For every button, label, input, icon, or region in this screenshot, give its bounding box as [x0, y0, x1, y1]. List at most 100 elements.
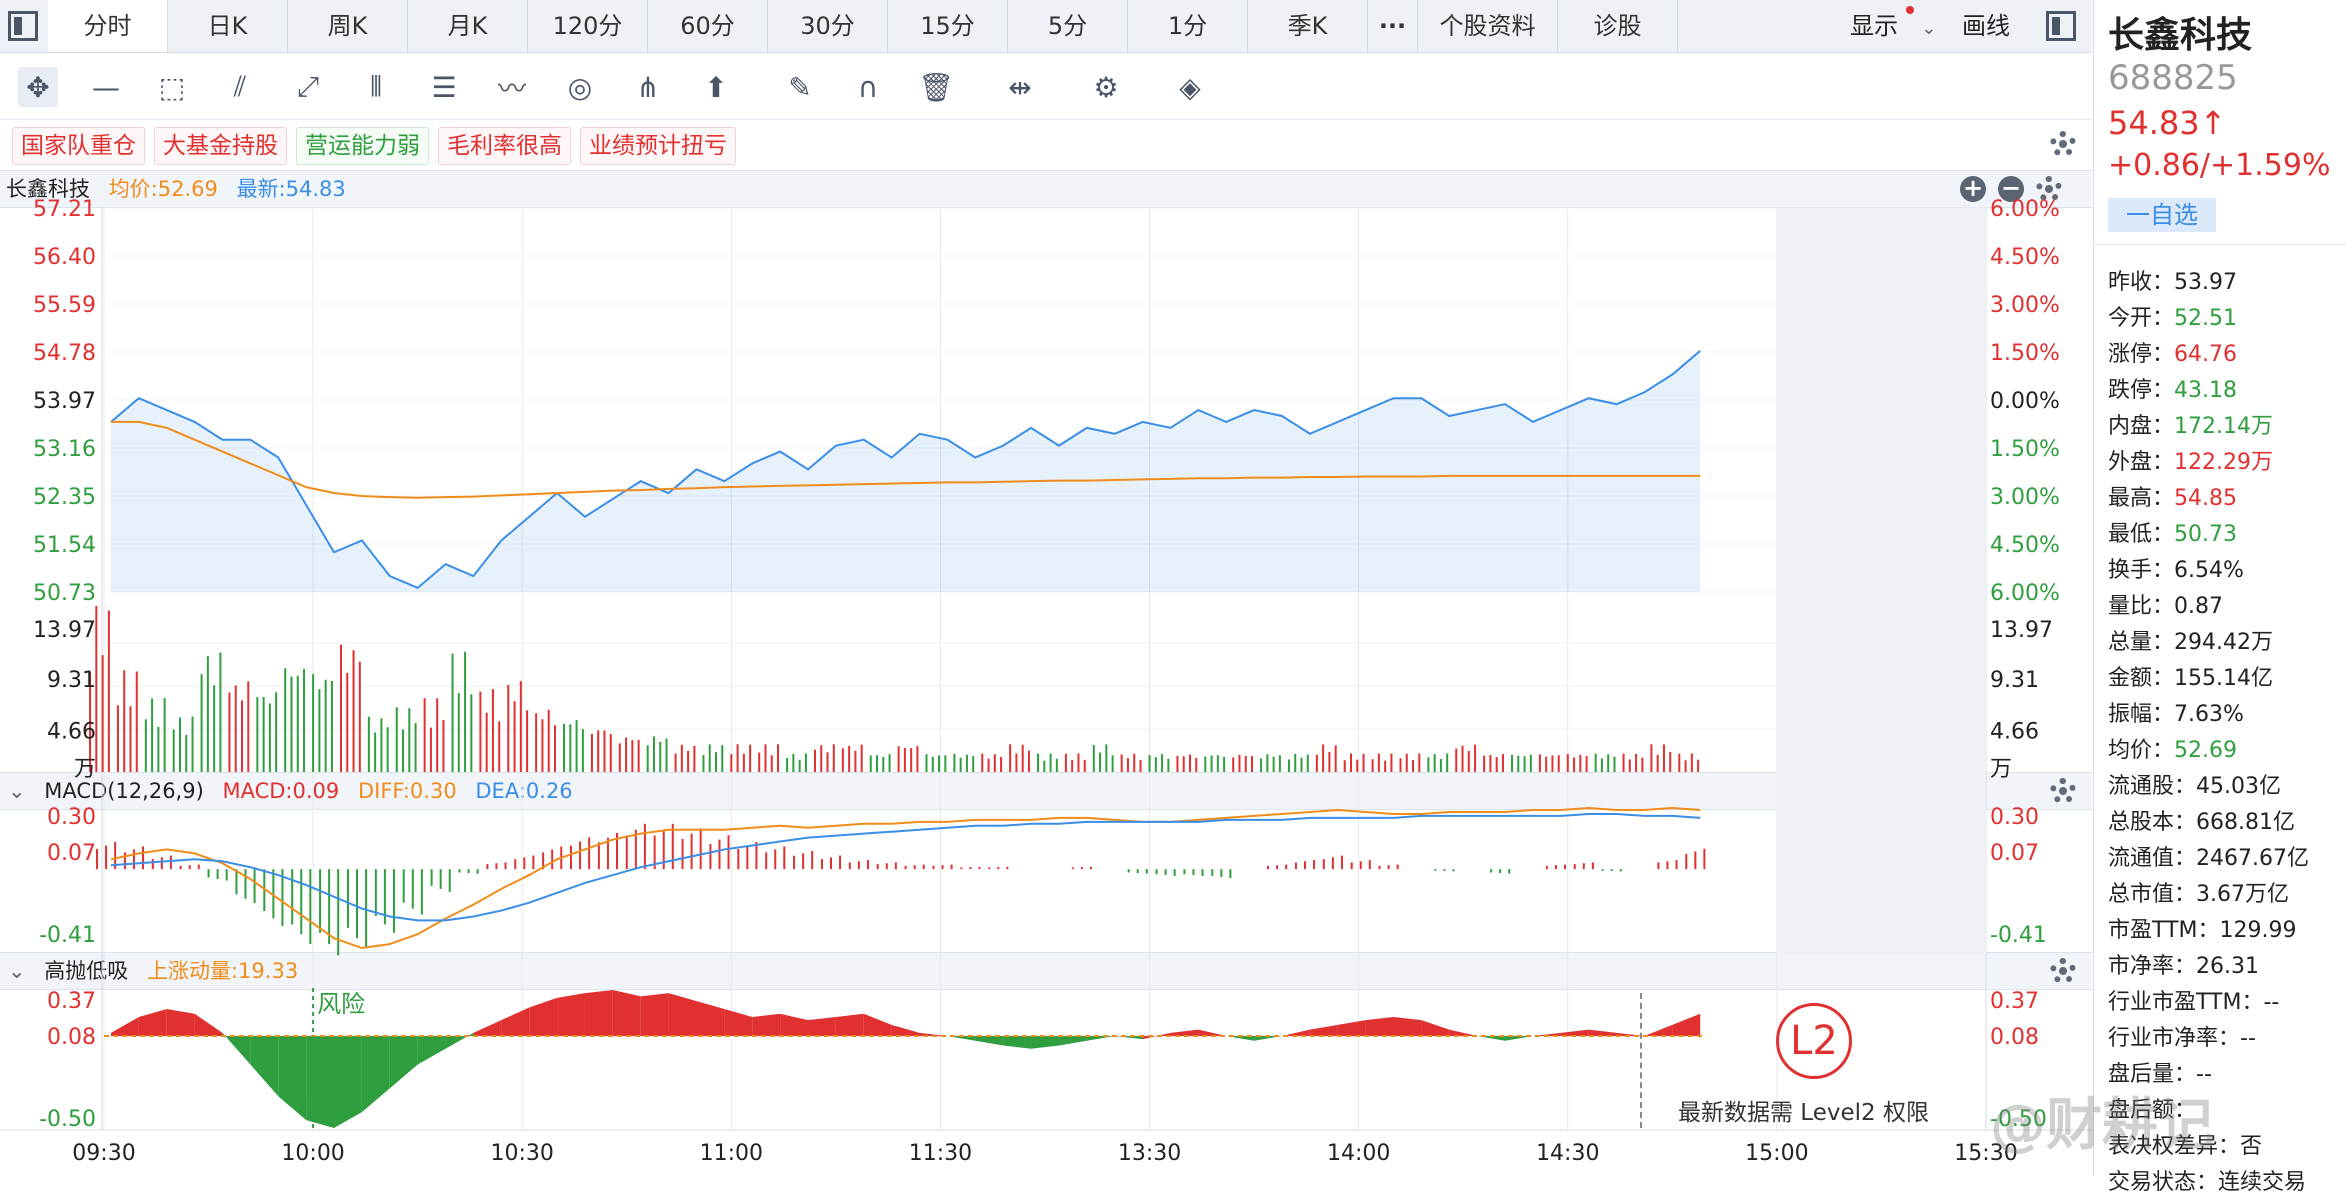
- price-tick-label: 54.78: [33, 341, 96, 366]
- gpdx-segment: [724, 1009, 753, 1036]
- volume-tick-label: 4.66: [47, 720, 96, 745]
- level2-badge: L2: [1776, 1003, 1852, 1079]
- gpdx-segment: [306, 1036, 335, 1128]
- stat-value: 否: [2240, 1134, 2263, 1159]
- price-tick-label: 55.59: [33, 293, 96, 318]
- macd-tick-label: 0.30: [47, 805, 96, 830]
- time-tick-label: 09:30: [72, 1141, 135, 1166]
- risk-label: 风险: [317, 990, 365, 1018]
- stat-value: --: [2240, 1026, 2256, 1051]
- macd-tick-label-right: -0.41: [1990, 923, 2047, 948]
- macd-tick-label: 0.07: [47, 841, 96, 866]
- stat-row: 金额：155.14亿: [2108, 660, 2273, 692]
- stat-label: 昨收：: [2108, 270, 2175, 295]
- watermark: @财耕记: [1990, 1093, 2214, 1158]
- gpdx-segment: [529, 997, 558, 1036]
- price-tick-label: 52.35: [33, 485, 96, 510]
- stat-label: 总量：: [2108, 630, 2175, 655]
- time-tick-label: 10:30: [491, 1141, 554, 1166]
- stat-row: 换手：6.54%: [2108, 552, 2244, 584]
- price-tick-label: 51.54: [33, 533, 96, 558]
- stat-row: 均价：52.69: [2108, 732, 2237, 764]
- stat-row: 跌停：43.18: [2108, 372, 2237, 404]
- stat-row: 总市值：3.67万亿: [2108, 876, 2289, 908]
- stock-quote-panel: 长鑫科技 688825 54.83↑ +0.86/+1.59% 一自选 昨收：5…: [2093, 0, 2346, 1195]
- level2-notice[interactable]: 最新数据需 Level2 权限: [1678, 1093, 1958, 1127]
- gpdx-segment: [1058, 1036, 1087, 1046]
- pct-tick-label: 3.00%: [1990, 293, 2060, 318]
- stat-value: 668.81亿: [2196, 810, 2295, 835]
- stat-row: 流通值：2467.67亿: [2108, 840, 2309, 872]
- gpdx-segment: [1644, 1024, 1673, 1036]
- price-tick-label: 56.40: [33, 245, 96, 270]
- volume-tick-label: 13.97: [33, 618, 96, 643]
- gpdx-segment: [1309, 1024, 1338, 1036]
- macd-bars: [96, 823, 1706, 956]
- stat-value: 2467.67亿: [2196, 846, 2309, 871]
- gpdx-segment: [668, 993, 697, 1036]
- gpdx-segment: [138, 1009, 167, 1036]
- gpdx-segment: [640, 993, 669, 1036]
- stat-label: 换手：: [2108, 558, 2175, 583]
- stat-row: 交易状态：连续交易: [2108, 1164, 2306, 1196]
- stat-value: 52.69: [2174, 738, 2237, 763]
- stat-value: 64.76: [2174, 342, 2237, 367]
- intraday-chart[interactable]: 57.21 56.40 55.59 54.78 53.97 53.16 52.35 51.54…: [0, 0, 2092, 1176]
- stat-row: 振幅：7.63%: [2108, 696, 2244, 728]
- level2-divider: [1640, 993, 1643, 1128]
- gpdx-segment: [1365, 1016, 1394, 1036]
- gpdx-segment: [1672, 1013, 1701, 1036]
- stat-label: 行业市净率：: [2108, 1026, 2241, 1051]
- gpdx-segment: [1337, 1020, 1366, 1036]
- stat-row: 内盘：172.14万: [2108, 408, 2273, 440]
- pct-tick-label: 1.50%: [1990, 341, 2060, 366]
- stat-value: 43.18: [2174, 378, 2237, 403]
- gpdx-segment: [835, 1013, 864, 1036]
- gpdx-segment: [696, 1001, 725, 1036]
- gpdx-segment: [612, 990, 641, 1036]
- stat-value: 294.42万: [2174, 630, 2273, 655]
- stat-row: 量比：0.87: [2108, 588, 2223, 620]
- stat-label: 内盘：: [2108, 414, 2175, 439]
- stat-label: 今开：: [2108, 306, 2175, 331]
- price-change: +0.86/+1.59%: [2108, 148, 2331, 183]
- gpdx-segment: [752, 1013, 781, 1036]
- diff-line: [110, 807, 1701, 950]
- stat-label: 交易状态：: [2108, 1170, 2219, 1195]
- gpdx-segment: [501, 1007, 530, 1036]
- gpdx-tick-label-right: 0.37: [1990, 989, 2039, 1014]
- gpdx-segment: [1114, 1036, 1143, 1040]
- time-tick-label: 11:00: [700, 1141, 763, 1166]
- stat-value: 54.85: [2174, 486, 2237, 511]
- pct-tick-label: 6.00%: [1990, 581, 2060, 606]
- time-tick-label: 14:00: [1327, 1141, 1390, 1166]
- time-tick-label: 13:30: [1118, 1141, 1181, 1166]
- stat-label: 跌停：: [2108, 378, 2175, 403]
- price-tick-label: 50.73: [33, 581, 96, 606]
- gpdx-segment: [1031, 1036, 1059, 1049]
- stat-value: 3.67万亿: [2196, 882, 2290, 907]
- current-price: 54.83↑: [2108, 104, 2227, 142]
- stat-row: 总股本：668.81亿: [2108, 804, 2295, 836]
- gpdx-segment: [975, 1036, 1004, 1046]
- stat-label: 市盈TTM：: [2108, 918, 2220, 943]
- gpdx-segment: [557, 993, 585, 1036]
- price-tick-label: 53.16: [33, 437, 96, 462]
- stat-value: --: [2263, 990, 2280, 1015]
- gpdx-tick-label-right: 0.08: [1990, 1025, 2039, 1050]
- stat-label: 流通股：: [2108, 774, 2197, 799]
- axis-labels: 57.21 56.40 55.59 54.78 53.97 53.16 52.35 51.54…: [33, 197, 2060, 1166]
- gpdx-segment: [222, 1032, 251, 1065]
- price-area: [110, 350, 1701, 592]
- pct-tick-label: 4.50%: [1990, 533, 2060, 558]
- pct-tick-label: 3.00%: [1990, 485, 2060, 510]
- volume-tick-label-right: 4.66: [1990, 720, 2039, 745]
- stat-value: 45.03亿: [2196, 774, 2281, 799]
- stat-row: 外盘：122.29万: [2108, 444, 2273, 476]
- stat-label: 最高：: [2108, 486, 2175, 511]
- time-tick-label: 14:30: [1536, 1141, 1599, 1166]
- stat-value: 172.14万: [2174, 414, 2273, 439]
- stat-label: 振幅：: [2108, 702, 2175, 727]
- stat-row: 最低：50.73: [2108, 516, 2237, 548]
- add-watchlist-button[interactable]: 一自选: [2108, 198, 2216, 232]
